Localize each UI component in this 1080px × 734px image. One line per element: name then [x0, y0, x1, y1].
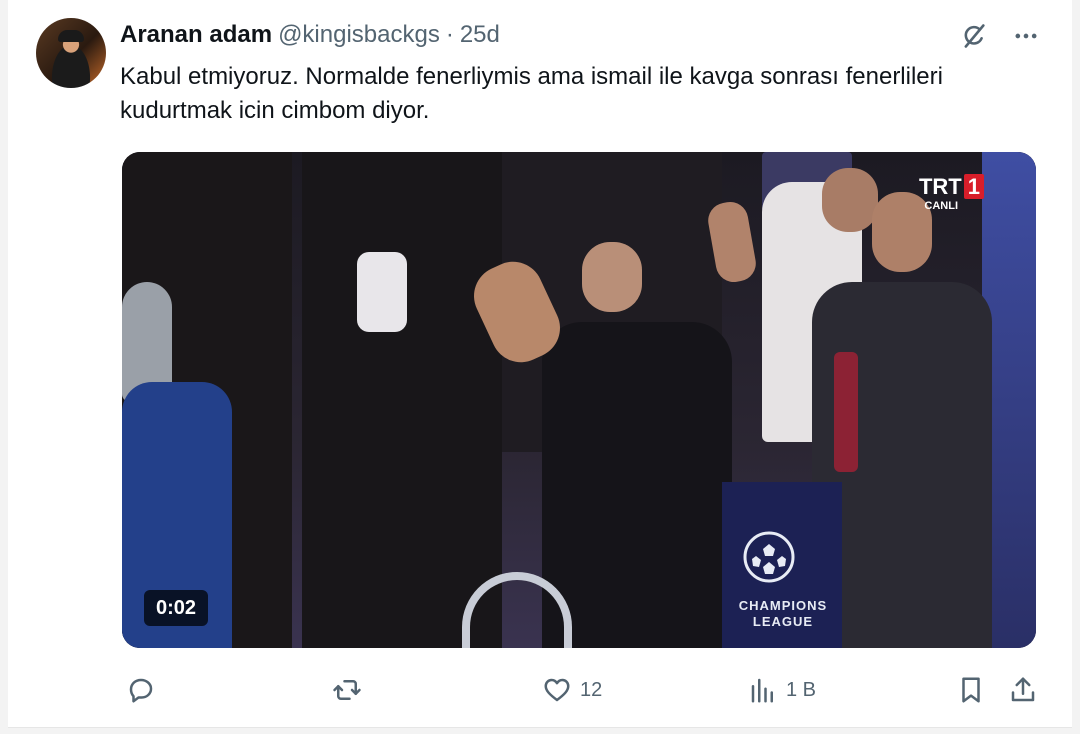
views-icon [751, 678, 773, 703]
tweet-card[interactable]: Aranan adam @kingisbackgs · 25d Kabul et… [8, 0, 1072, 728]
trt-text: TRT [918, 174, 962, 199]
video-player[interactable]: CHAMPIONS LEAGUE TRT 1 CANLI 0:02 [122, 152, 1036, 648]
like-button[interactable]: 12 [542, 668, 602, 712]
views-button[interactable]: 1 B [748, 668, 816, 712]
retweet-icon [333, 680, 361, 700]
views-count: 1 B [786, 678, 817, 701]
separator-dot: · [445, 21, 454, 48]
avatar-cap [58, 30, 84, 42]
live-label: CANLI [924, 200, 958, 212]
share-button[interactable] [1008, 668, 1038, 712]
tweet-actions: 12 1 B [122, 668, 1036, 712]
heart-icon [544, 678, 570, 702]
like-count: 12 [580, 678, 603, 701]
grok-icon[interactable] [958, 20, 990, 52]
avatar[interactable] [36, 18, 106, 88]
more-icon[interactable] [1010, 20, 1042, 52]
author-handle[interactable]: @kingisbackgs [278, 21, 440, 49]
trt-channel-logo: TRT 1 [919, 174, 984, 200]
reply-button[interactable] [126, 668, 164, 712]
bookmark-icon [962, 677, 980, 703]
champions-league-text: CHAMPIONS LEAGUE [718, 598, 848, 630]
tweet-time[interactable]: 25d [460, 21, 500, 49]
champions-league-logo [743, 531, 795, 583]
tweet-top-actions [958, 20, 1042, 52]
share-icon [1011, 677, 1035, 702]
author-name[interactable]: Aranan adam [120, 21, 272, 49]
ucl-line1: CHAMPIONS [738, 598, 828, 613]
retweet-button[interactable] [332, 668, 370, 712]
ucl-line2: LEAGUE [752, 614, 814, 629]
tweet-header: Aranan adam @kingisbackgs · 25d [120, 20, 500, 50]
video-frame [122, 152, 1036, 648]
video-duration-badge: 0:02 [144, 590, 209, 626]
bookmark-button[interactable] [956, 668, 986, 712]
tweet-text: Kabul etmiyoruz. Normalde fenerliymis am… [120, 63, 943, 124]
reply-icon [129, 678, 153, 703]
trt-number: 1 [963, 174, 984, 199]
